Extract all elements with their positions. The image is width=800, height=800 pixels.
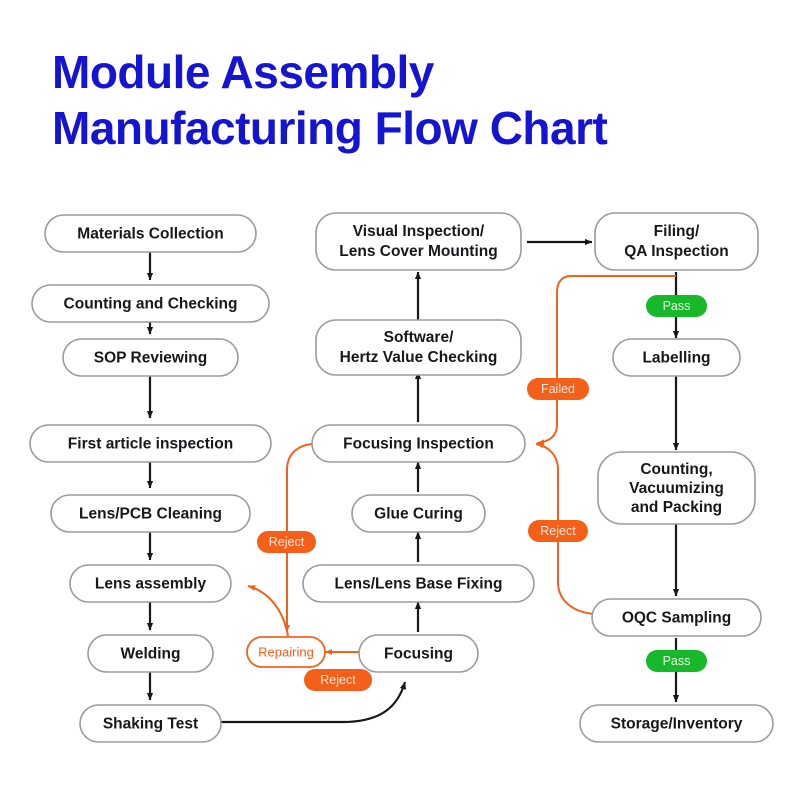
node-labelling[interactable]: Labelling xyxy=(612,338,741,377)
node-shaking-test[interactable]: Shaking Test xyxy=(79,704,222,743)
node-label: Lens assembly xyxy=(95,576,207,593)
node-label: Shaking Test xyxy=(103,716,198,733)
node-label: Lens/Lens Base Fixing xyxy=(335,576,503,593)
node-focusing-inspection[interactable]: Focusing Inspection xyxy=(311,424,526,463)
badge-label: Reject xyxy=(320,673,356,687)
node-label: First article inspection xyxy=(68,436,233,453)
node-software-hertz-value-checking[interactable]: Software/ Hertz Value Checking xyxy=(315,319,522,376)
node-label-line-1: Software/ xyxy=(384,329,454,346)
edge-repairing-to-lens-assembly xyxy=(247,585,289,637)
badge-reject-focusing: Reject xyxy=(304,669,372,691)
badge-reject-oqc: Reject xyxy=(528,520,588,542)
node-focusing[interactable]: Focusing xyxy=(358,634,479,673)
badge-pass-oqc: Pass xyxy=(646,650,707,672)
flowchart-svg: Materials Collection Counting and Checki… xyxy=(29,212,774,743)
node-oqc-sampling[interactable]: OQC Sampling xyxy=(591,598,762,637)
node-label: Labelling xyxy=(642,350,710,367)
node-label: Repairing xyxy=(258,644,314,659)
node-counting-vacuumizing-packing[interactable]: Counting, Vacuumizing and Packing xyxy=(597,451,756,525)
node-label-line-2: Vacuumizing xyxy=(629,480,724,497)
node-label: Lens/PCB Cleaning xyxy=(79,506,222,523)
badge-label: Reject xyxy=(269,535,305,549)
node-lens-assembly[interactable]: Lens assembly xyxy=(69,564,232,603)
node-lens-lens-base-fixing[interactable]: Lens/Lens Base Fixing xyxy=(302,564,535,603)
node-storage-inventory[interactable]: Storage/Inventory xyxy=(579,704,774,743)
node-lens-pcb-cleaning[interactable]: Lens/PCB Cleaning xyxy=(50,494,251,533)
badge-pass-filing-qa: Pass xyxy=(646,295,707,317)
node-label-line-2: QA Inspection xyxy=(624,243,729,260)
badge-label: Pass xyxy=(663,299,691,313)
node-label: Storage/Inventory xyxy=(611,716,743,733)
node-label: Focusing xyxy=(384,646,453,663)
node-label: Materials Collection xyxy=(77,226,223,243)
badge-label: Failed xyxy=(541,382,575,396)
node-visual-inspection-lens-cover-mounting[interactable]: Visual Inspection/ Lens Cover Mounting xyxy=(315,212,522,271)
node-glue-curing[interactable]: Glue Curing xyxy=(351,494,486,533)
badge-label: Pass xyxy=(663,654,691,668)
badge-failed-filing-qa: Failed xyxy=(527,378,589,400)
node-label: Counting and Checking xyxy=(64,296,238,313)
node-filing-qa-inspection[interactable]: Filing/ QA Inspection xyxy=(594,212,759,271)
node-counting-and-checking[interactable]: Counting and Checking xyxy=(31,284,270,323)
node-label: SOP Reviewing xyxy=(94,350,207,367)
node-label-line-1: Counting, xyxy=(640,461,712,478)
node-repairing[interactable]: Repairing xyxy=(246,636,326,668)
flowchart-canvas: Module Assembly Manufacturing Flow Chart xyxy=(0,0,800,800)
node-welding[interactable]: Welding xyxy=(87,634,214,673)
node-first-article-inspection[interactable]: First article inspection xyxy=(29,424,272,463)
node-label: Glue Curing xyxy=(374,506,463,523)
badge-reject-focusing-inspection: Reject xyxy=(257,531,316,553)
node-label-line-1: Filing/ xyxy=(654,223,700,240)
node-label: Focusing Inspection xyxy=(343,436,494,453)
node-label-line-2: Lens Cover Mounting xyxy=(339,243,497,260)
node-sop-reviewing[interactable]: SOP Reviewing xyxy=(62,338,239,377)
node-materials-collection[interactable]: Materials Collection xyxy=(44,214,257,253)
node-label-line-1: Visual Inspection/ xyxy=(353,223,485,240)
node-label: Welding xyxy=(121,646,181,663)
badge-label: Reject xyxy=(540,524,576,538)
node-label: OQC Sampling xyxy=(622,610,731,627)
node-label-line-3: and Packing xyxy=(631,499,722,516)
node-label-line-2: Hertz Value Checking xyxy=(340,349,498,366)
